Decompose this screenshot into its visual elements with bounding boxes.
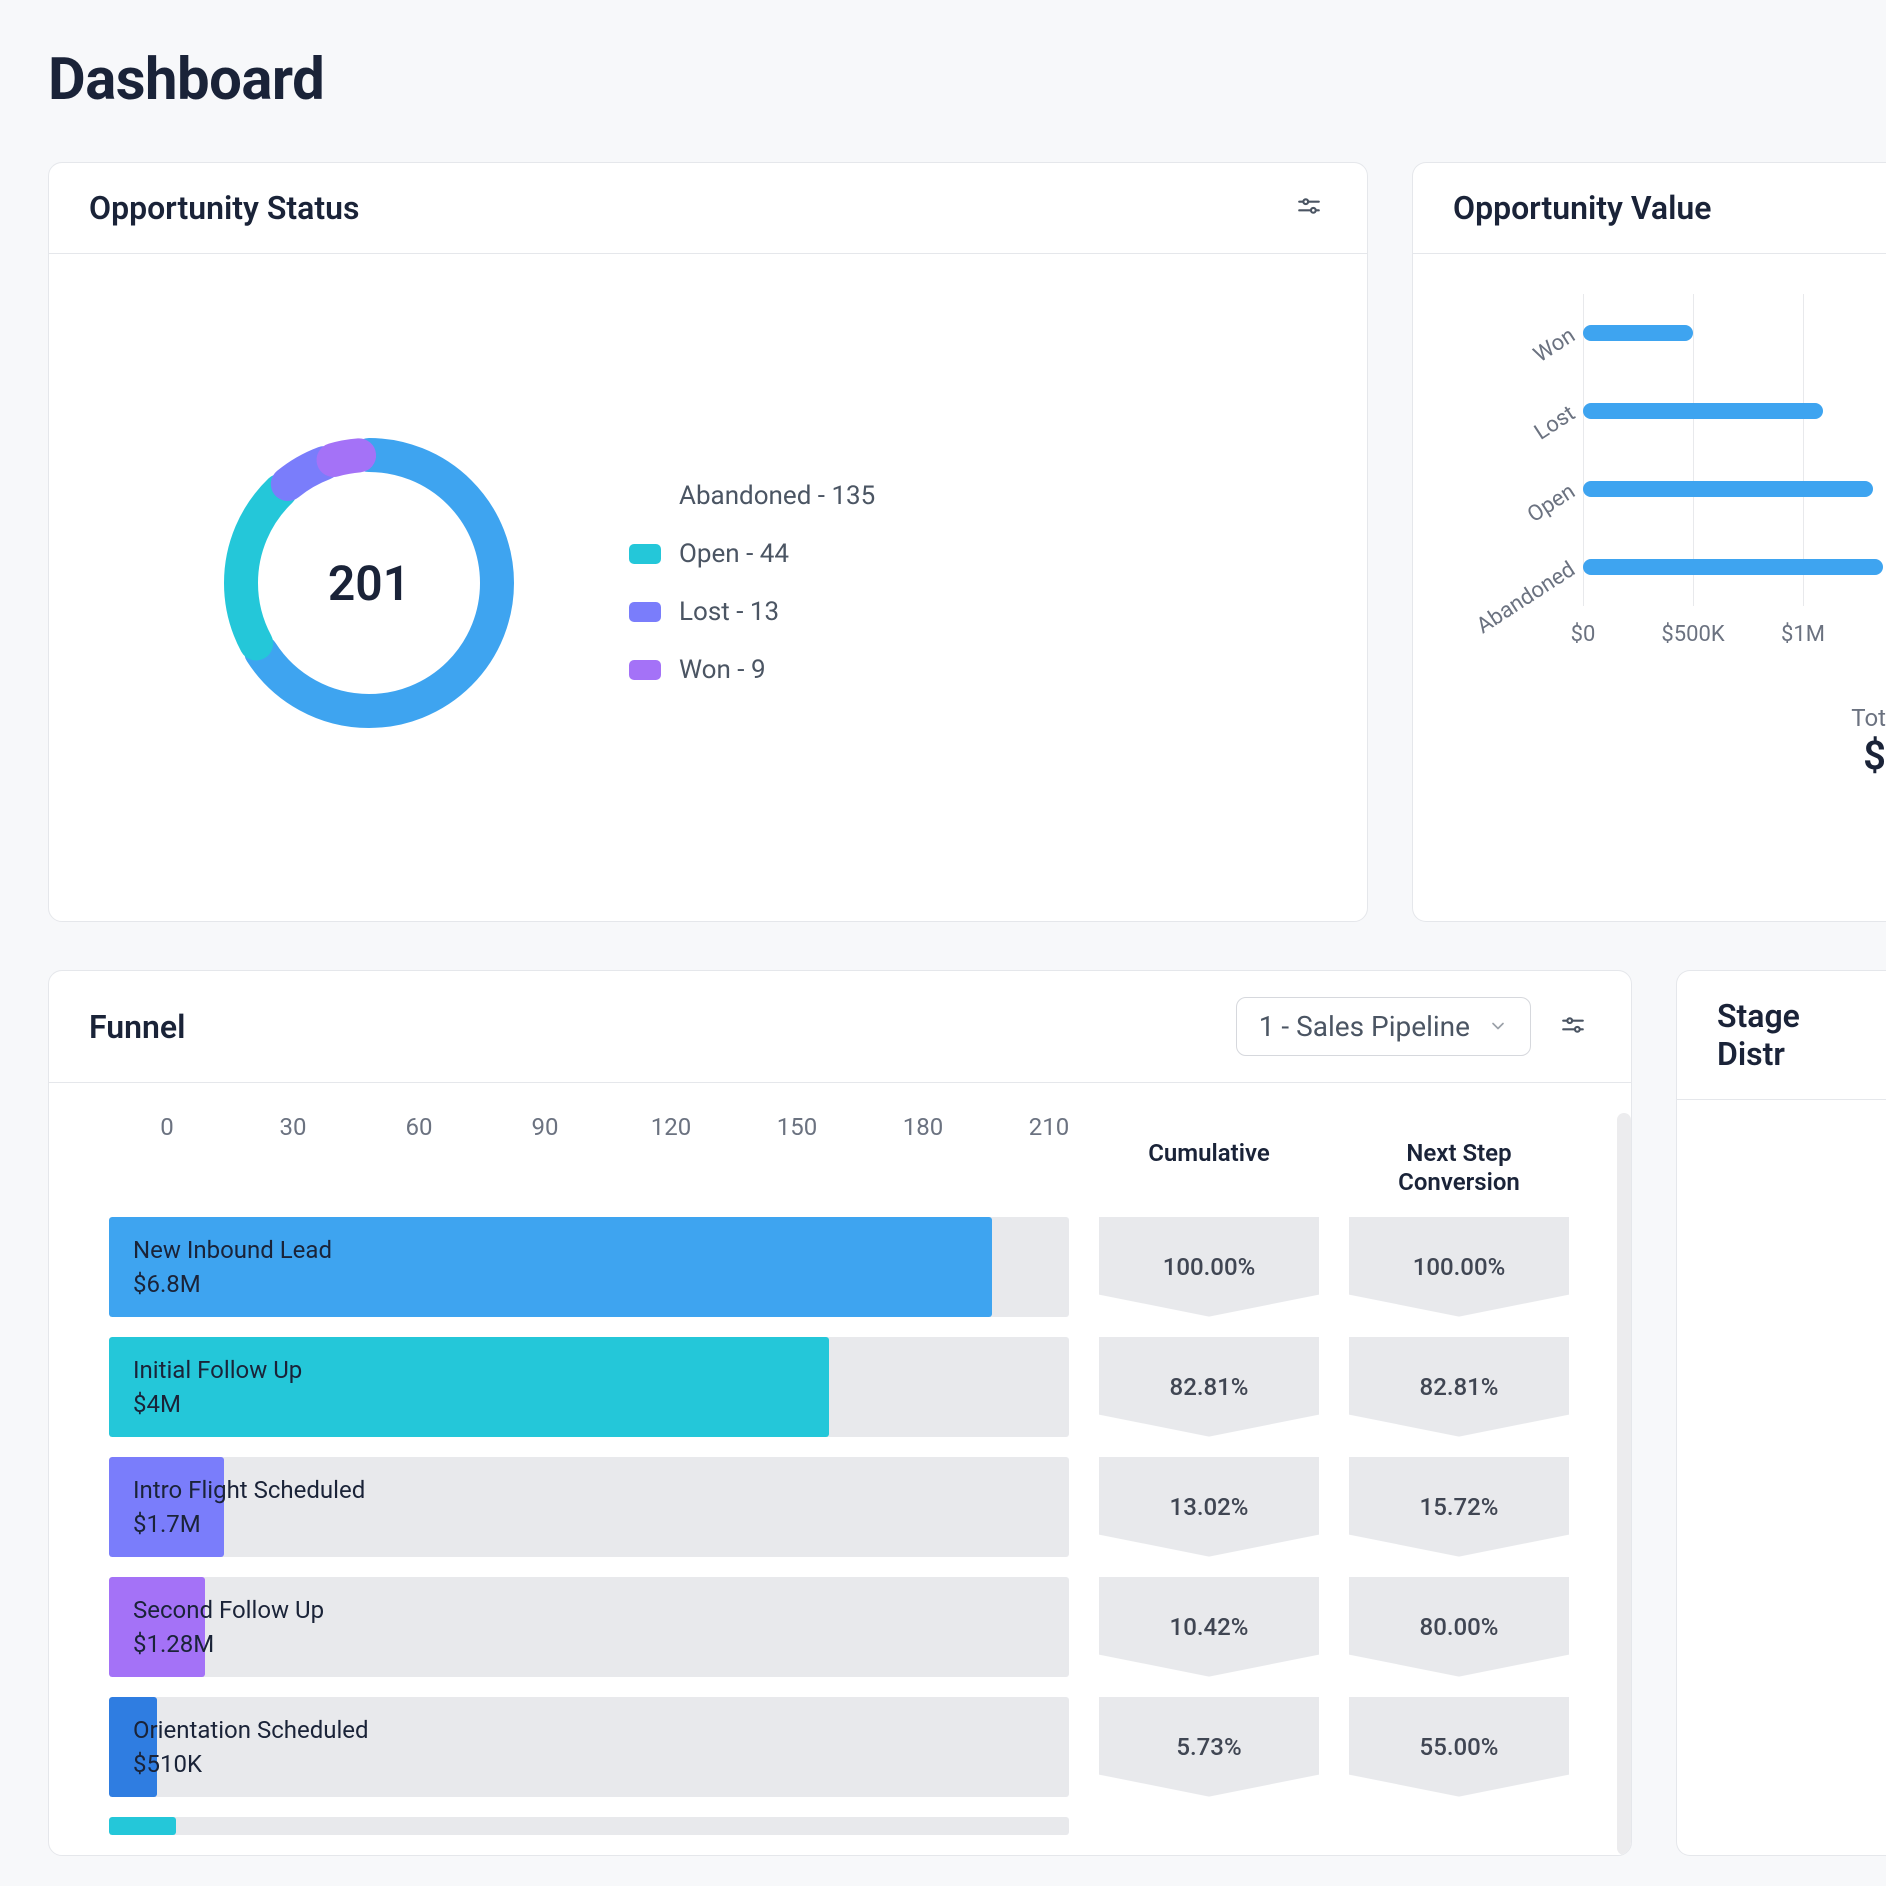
axis-tick: 120 — [651, 1113, 691, 1141]
opportunity-value-total-amount: $ — [1453, 732, 1886, 779]
funnel-cumulative: 82.81% — [1099, 1337, 1319, 1437]
card-settings-button[interactable] — [1555, 1009, 1591, 1045]
funnel-bar: Initial Follow Up $4M — [109, 1337, 1069, 1437]
hbar-bar — [1583, 559, 1883, 575]
funnel-bar: Orientation Scheduled $510K — [109, 1697, 1069, 1797]
funnel-stage-name: Second Follow Up — [133, 1596, 324, 1624]
axis-tick: 90 — [532, 1113, 559, 1141]
hbar-label: Abandoned — [1466, 557, 1580, 643]
hbar-label: Open — [1466, 479, 1580, 565]
axis-tick: $500K — [1661, 622, 1724, 647]
axis-tick: $1M — [1781, 622, 1825, 647]
funnel-next-step: 100.00% — [1349, 1217, 1569, 1317]
funnel-next-step: 55.00% — [1349, 1697, 1569, 1797]
legend-label: Lost - 13 — [679, 597, 779, 627]
funnel-cumulative: 100.00% — [1099, 1217, 1319, 1317]
funnel-bar: Intro Flight Scheduled $1.7M — [109, 1457, 1069, 1557]
axis-tick: 150 — [777, 1113, 817, 1141]
funnel-stage-name: Orientation Scheduled — [133, 1716, 369, 1744]
funnel-bar — [109, 1817, 1069, 1835]
funnel-cumulative: 5.73% — [1099, 1697, 1319, 1797]
axis-tick: 210 — [1029, 1113, 1069, 1141]
legend-swatch — [629, 486, 661, 506]
funnel-stage-name: New Inbound Lead — [133, 1236, 332, 1264]
funnel-scale: 0 30 60 90 120 150 180 210 — [167, 1113, 1067, 1139]
stage-distribution-card: Stage Distr — [1676, 970, 1886, 1856]
card-settings-button[interactable] — [1291, 190, 1327, 226]
opportunity-value-title: Opportunity Value — [1453, 189, 1712, 227]
funnel-stage-amount: $1.7M — [133, 1510, 365, 1538]
opportunity-status-total: 201 — [209, 423, 529, 743]
funnel-stage-name: Initial Follow Up — [133, 1356, 302, 1384]
funnel-stage-amount: $1.28M — [133, 1630, 324, 1658]
legend-label: Open - 44 — [679, 539, 789, 569]
funnel-pipeline-value: 1 - Sales Pipeline — [1259, 1010, 1470, 1043]
opportunity-status-donut: 201 — [209, 423, 529, 743]
funnel-cumulative: 13.02% — [1099, 1457, 1319, 1557]
funnel-stage-name: Intro Flight Scheduled — [133, 1476, 365, 1504]
opportunity-status-legend: Abandoned - 135 Open - 44 Lost - 13 Won … — [629, 481, 875, 685]
axis-tick: 60 — [406, 1113, 433, 1141]
opportunity-value-card: Opportunity Value Won Lost — [1412, 162, 1886, 922]
funnel-stage-amount: $4M — [133, 1390, 302, 1418]
page-title: Dashboard — [48, 46, 1886, 114]
legend-item: Abandoned - 135 — [629, 481, 875, 511]
sliders-icon — [1296, 193, 1322, 223]
funnel-header-cumulative: Cumulative — [1099, 1139, 1319, 1217]
hbar-label: Lost — [1466, 401, 1580, 487]
hbar-bar — [1583, 403, 1823, 419]
hbar-label: Won — [1466, 323, 1580, 409]
legend-item: Lost - 13 — [629, 597, 875, 627]
legend-item: Open - 44 — [629, 539, 875, 569]
funnel-card: Funnel 1 - Sales Pipeline — [48, 970, 1632, 1856]
axis-tick: $0 — [1571, 622, 1596, 647]
hbar-bar — [1583, 325, 1693, 341]
axis-tick: 180 — [903, 1113, 943, 1141]
funnel-header-next-step: Next Step Conversion — [1349, 1139, 1569, 1217]
axis-tick: 0 — [160, 1113, 174, 1141]
funnel-title: Funnel — [89, 1008, 185, 1046]
opportunity-value-total-label: Tot — [1453, 704, 1886, 732]
funnel-next-step: 80.00% — [1349, 1577, 1569, 1677]
legend-swatch — [629, 544, 661, 564]
hbar-bar — [1583, 481, 1873, 497]
stage-distribution-title: Stage Distr — [1717, 997, 1846, 1073]
funnel-next-step: 15.72% — [1349, 1457, 1569, 1557]
axis-tick: 30 — [280, 1113, 307, 1141]
legend-swatch — [629, 602, 661, 622]
legend-label: Abandoned - 135 — [679, 481, 875, 511]
funnel-stage-amount: $510K — [133, 1750, 369, 1778]
legend-label: Won - 9 — [679, 655, 766, 685]
funnel-pipeline-select[interactable]: 1 - Sales Pipeline — [1236, 997, 1531, 1056]
legend-swatch — [629, 660, 661, 680]
funnel-cumulative: 10.42% — [1099, 1577, 1319, 1677]
opportunity-status-card: Opportunity Status — [48, 162, 1368, 922]
funnel-bar: Second Follow Up $1.28M — [109, 1577, 1069, 1677]
funnel-stage-amount: $6.8M — [133, 1270, 332, 1298]
opportunity-status-title: Opportunity Status — [89, 189, 359, 227]
funnel-next-step: 82.81% — [1349, 1337, 1569, 1437]
opportunity-value-chart: Won Lost Open Abandoned — [1583, 294, 1883, 650]
sliders-icon — [1560, 1012, 1586, 1042]
chevron-down-icon — [1488, 1010, 1508, 1043]
legend-item: Won - 9 — [629, 655, 875, 685]
funnel-bar: New Inbound Lead $6.8M — [109, 1217, 1069, 1317]
scrollbar[interactable] — [1617, 1113, 1631, 1855]
